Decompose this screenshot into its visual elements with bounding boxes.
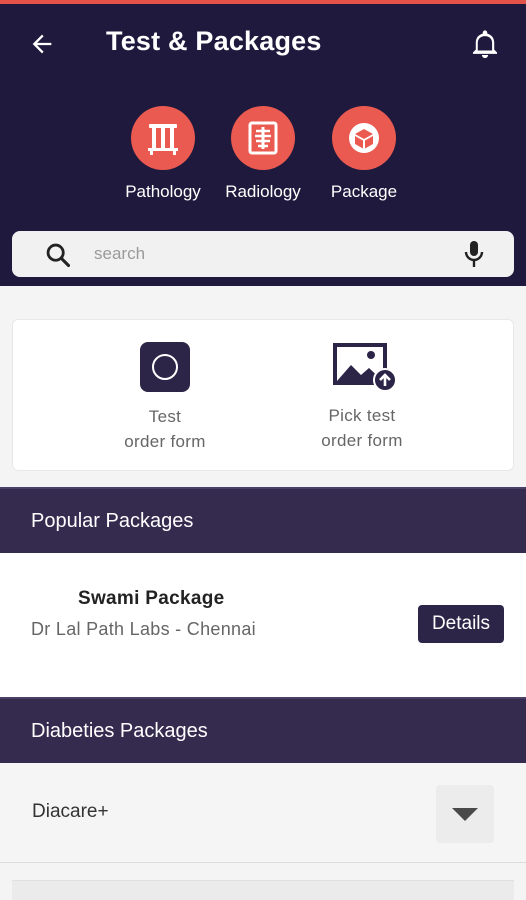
dropdown-toggle[interactable] — [436, 785, 494, 843]
diabetes-packages-header: Diabeties Packages — [0, 697, 526, 763]
category-package-circle — [332, 106, 396, 170]
category-pathology-label: Pathology — [125, 182, 201, 201]
package-name: Swami Package — [78, 588, 225, 609]
bell-icon — [472, 30, 498, 59]
search-bar — [12, 231, 514, 277]
package-card[interactable]: Swami Package Dr Lal Path Labs - Chennai… — [0, 553, 526, 697]
popular-packages-header: Popular Packages — [0, 487, 526, 553]
test-order-form-line1: Test — [148, 407, 182, 426]
image-upload-icon — [333, 343, 397, 392]
voice-search-button[interactable] — [460, 239, 488, 269]
order-form-card: Test order form Pick test order form — [12, 319, 514, 471]
test-order-form-line2: order form — [124, 432, 206, 451]
package-box-icon — [349, 123, 379, 153]
test-order-form-label: Test order form — [75, 404, 255, 454]
next-card-edge — [12, 880, 514, 900]
search-input[interactable] — [94, 239, 434, 269]
popular-packages-title: Popular Packages — [31, 510, 194, 532]
diabetes-package-dropdown[interactable]: Diacare+ — [0, 763, 526, 863]
category-package[interactable]: Package — [314, 106, 414, 202]
chevron-down-icon — [452, 808, 478, 821]
test-order-form-option[interactable]: Test order form — [75, 342, 255, 454]
category-pathology[interactable]: Pathology — [113, 106, 213, 202]
arrow-left-icon — [32, 34, 52, 54]
category-pathology-circle — [131, 106, 195, 170]
microphone-icon — [464, 241, 484, 267]
pick-test-order-form-line1: Pick test — [328, 406, 396, 425]
dropdown-selected-value: Diacare+ — [32, 801, 109, 822]
xray-icon — [248, 121, 278, 155]
pick-test-order-form-option[interactable]: Pick test order form — [272, 342, 452, 453]
order-form-icon — [140, 342, 190, 392]
category-radiology[interactable]: Radiology — [213, 106, 313, 202]
package-lab: Dr Lal Path Labs - Chennai — [31, 619, 256, 639]
category-radiology-circle — [231, 106, 295, 170]
pick-test-order-form-line2: order form — [321, 431, 403, 450]
category-package-label: Package — [330, 182, 398, 201]
app-header: Test & Packages Pathology Radiology Pack… — [0, 4, 526, 286]
details-button[interactable]: Details — [418, 605, 504, 643]
test-tubes-icon — [148, 124, 178, 155]
category-radiology-label: Radiology — [225, 182, 301, 201]
back-button[interactable] — [26, 28, 58, 60]
search-icon — [46, 243, 71, 268]
page-title: Test & Packages — [106, 26, 322, 56]
diabetes-packages-title: Diabeties Packages — [31, 720, 208, 742]
pick-test-order-form-label: Pick test order form — [272, 403, 452, 453]
notifications-button[interactable] — [466, 24, 504, 64]
